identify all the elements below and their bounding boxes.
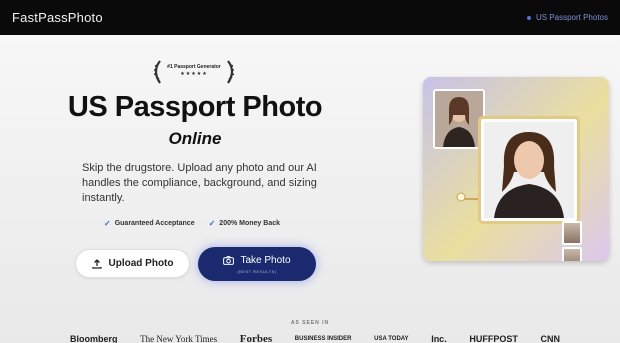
person-image bbox=[435, 91, 483, 147]
press-logo: BUSINESS INSIDER bbox=[294, 336, 352, 342]
take-photo-button[interactable]: Take Photo (BEST RESULTS) bbox=[198, 247, 316, 281]
star-rating-icon: ★★★★★ bbox=[180, 71, 208, 77]
press-logo: Forbes bbox=[239, 333, 273, 343]
award-badge: #1 Passport Generator ★★★★★ bbox=[150, 57, 238, 87]
take-photo-label: Take Photo bbox=[240, 254, 291, 266]
perk-item: ✓ Guaranteed Acceptance bbox=[104, 219, 195, 228]
press-logo: USA TODAY bbox=[374, 336, 409, 342]
perks-list: ✓ Guaranteed Acceptance ✓ 200% Money Bac… bbox=[104, 219, 280, 228]
upload-photo-label: Upload Photo bbox=[108, 258, 174, 269]
press-logos: Bloomberg The New York Times Forbes BUSI… bbox=[70, 333, 560, 343]
press-logo: Bloomberg bbox=[70, 334, 118, 343]
check-icon: ✓ bbox=[208, 219, 216, 228]
passport-thumbnail bbox=[562, 221, 582, 245]
perk-label: Guaranteed Acceptance bbox=[114, 220, 195, 227]
passport-photo-frame bbox=[478, 116, 580, 224]
upload-photo-button[interactable]: Upload Photo bbox=[75, 249, 190, 278]
nav-link-label: US Passport Photos bbox=[535, 13, 608, 22]
person-image bbox=[484, 122, 574, 218]
page-subtitle: Online bbox=[168, 129, 222, 148]
top-nav-bar: FastPassPhoto US Passport Photos bbox=[0, 0, 620, 35]
hero-illustration bbox=[423, 77, 609, 261]
camera-icon bbox=[223, 255, 235, 265]
page-title: US Passport Photo bbox=[67, 91, 323, 123]
badge-label: #1 Passport Generator bbox=[167, 64, 221, 70]
take-photo-sublabel: (BEST RESULTS) bbox=[237, 268, 277, 274]
press-logo: The New York Times bbox=[140, 334, 218, 343]
press-logo: CNN bbox=[540, 334, 560, 343]
upload-icon bbox=[91, 258, 102, 269]
hero-description: Skip the drugstore. Upload any photo and… bbox=[82, 162, 317, 204]
as-seen-in-label: AS SEEN IN bbox=[290, 320, 330, 326]
nav-link-us-passport-photos[interactable]: US Passport Photos bbox=[526, 13, 608, 22]
press-logo: HUFFPOST bbox=[469, 334, 518, 343]
press-logo: Inc. bbox=[431, 334, 447, 343]
check-icon: ✓ bbox=[104, 219, 111, 228]
hero-section: #1 Passport Generator ★★★★★ US Passport … bbox=[0, 35, 620, 343]
brand-logo[interactable]: FastPassPhoto bbox=[12, 10, 103, 25]
perk-label: 200% Money Back bbox=[219, 220, 280, 227]
nav-dot-icon bbox=[526, 15, 531, 20]
passport-thumbnail bbox=[562, 247, 582, 261]
perk-item: ✓ 200% Money Back bbox=[209, 219, 280, 228]
